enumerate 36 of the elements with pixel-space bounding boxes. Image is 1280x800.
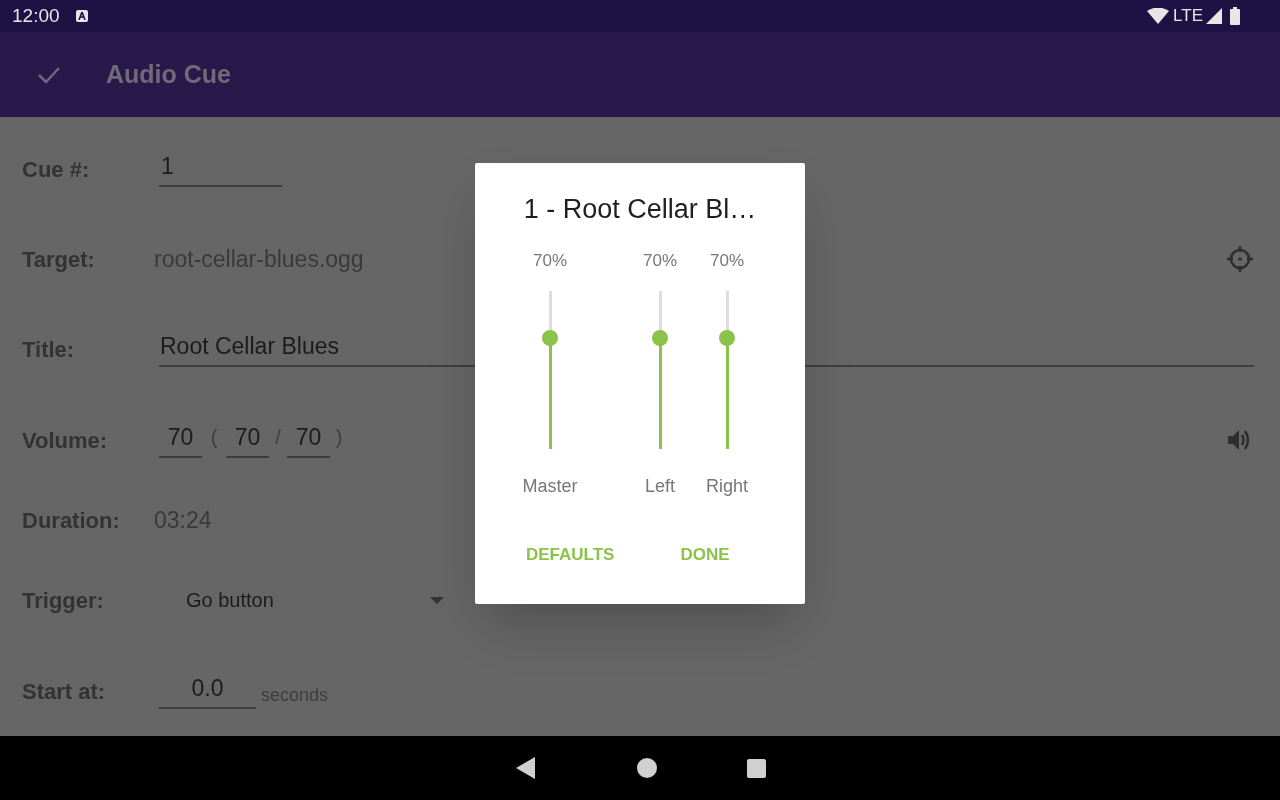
dialog-title: 1 - Root Cellar Bl… <box>523 193 757 226</box>
slider-reading: 70% <box>710 249 744 270</box>
slider-reading: 70% <box>533 249 567 270</box>
recents-button[interactable] <box>746 758 766 778</box>
signal-icon <box>1206 8 1222 24</box>
target-icon[interactable] <box>1226 245 1254 273</box>
dialog-button[interactable]: DONE <box>680 541 730 567</box>
paren-text: ( <box>209 425 219 450</box>
slider-label: Right <box>706 474 748 498</box>
start-time-field[interactable]: 0.0 <box>159 673 256 709</box>
slider-reading: 70% <box>643 249 677 270</box>
home-button[interactable] <box>636 758 657 778</box>
slider-label: Master <box>522 474 578 498</box>
master-volume-field[interactable]: 70 <box>159 422 202 458</box>
separator-text: / <box>274 425 282 450</box>
wifi-icon <box>1147 8 1170 24</box>
volume-slider[interactable] <box>540 290 560 449</box>
trigger-dropdown[interactable]: Go button <box>171 580 446 620</box>
left-volume-field[interactable]: 70 <box>226 422 269 458</box>
battery-icon <box>1230 7 1240 25</box>
dialog-button[interactable]: DEFAULTS <box>526 541 615 567</box>
cue-number-field[interactable]: 1 <box>159 151 282 187</box>
slider-thumb[interactable] <box>542 329 558 346</box>
slider-thumb[interactable] <box>719 329 735 346</box>
paren-text: ) <box>334 425 344 450</box>
slider-label: Left <box>645 474 675 498</box>
back-button[interactable] <box>514 757 537 779</box>
volume-slider[interactable] <box>650 290 670 449</box>
notification-icon <box>75 10 88 22</box>
dropdown-caret-icon <box>430 596 444 604</box>
slider-thumb[interactable] <box>652 329 668 346</box>
right-volume-field[interactable]: 70 <box>287 422 330 458</box>
app-title: Audio Cue <box>106 58 231 90</box>
network-type: LTE <box>1173 5 1203 28</box>
volume-slider[interactable] <box>717 290 737 449</box>
status-time: 12:00 <box>12 3 60 28</box>
